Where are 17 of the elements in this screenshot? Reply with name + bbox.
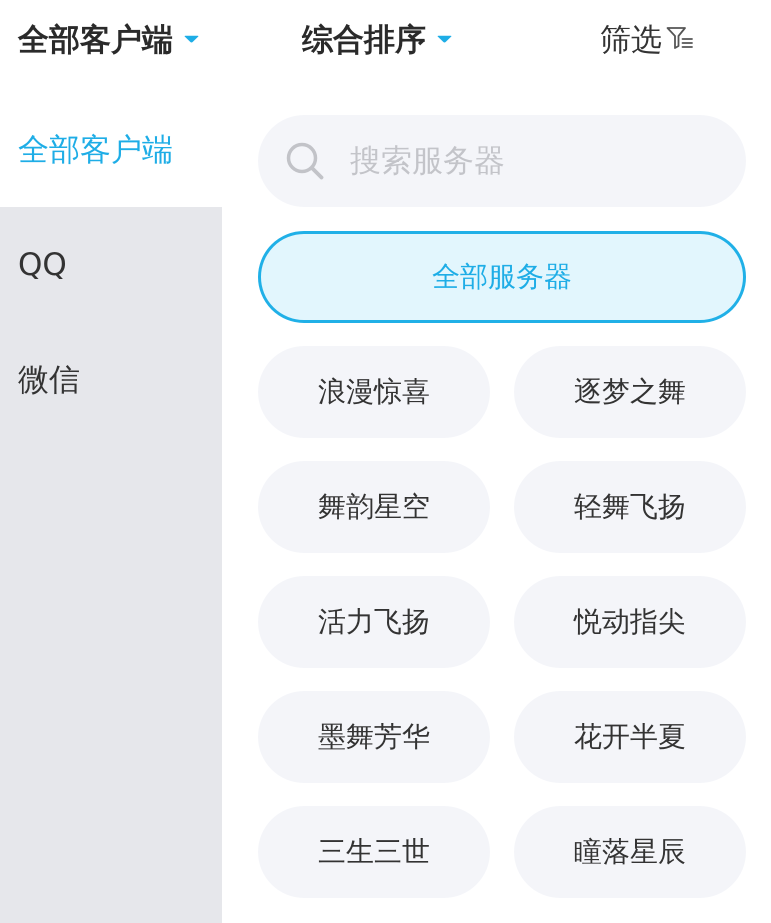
filter-button[interactable]: 筛选 <box>600 20 694 60</box>
server-chip[interactable]: 墨舞芳华 <box>258 691 490 783</box>
server-chip[interactable]: 逐梦之舞 <box>514 346 746 438</box>
server-chip[interactable]: 轻舞飞扬 <box>514 461 746 553</box>
server-chip[interactable]: 舞韵星空 <box>258 461 490 553</box>
caret-icon <box>184 35 199 43</box>
dropdown-button[interactable]: 综合排序 <box>302 20 452 60</box>
search-icon <box>286 142 324 180</box>
server-chip[interactable]: 悦动指尖 <box>514 576 746 668</box>
filter-icon <box>666 26 694 50</box>
caret-icon <box>437 35 452 43</box>
dropdown-button[interactable]: 全部客户端 <box>18 20 199 60</box>
server-chip[interactable]: 瞳落星辰 <box>514 806 746 898</box>
server-chip[interactable]: 三生三世 <box>258 806 490 898</box>
server-chip[interactable]: 浪漫惊喜 <box>258 346 490 438</box>
server-chip[interactable]: 花开半夏 <box>514 691 746 783</box>
server-chip[interactable]: 活力飞扬 <box>258 576 490 668</box>
